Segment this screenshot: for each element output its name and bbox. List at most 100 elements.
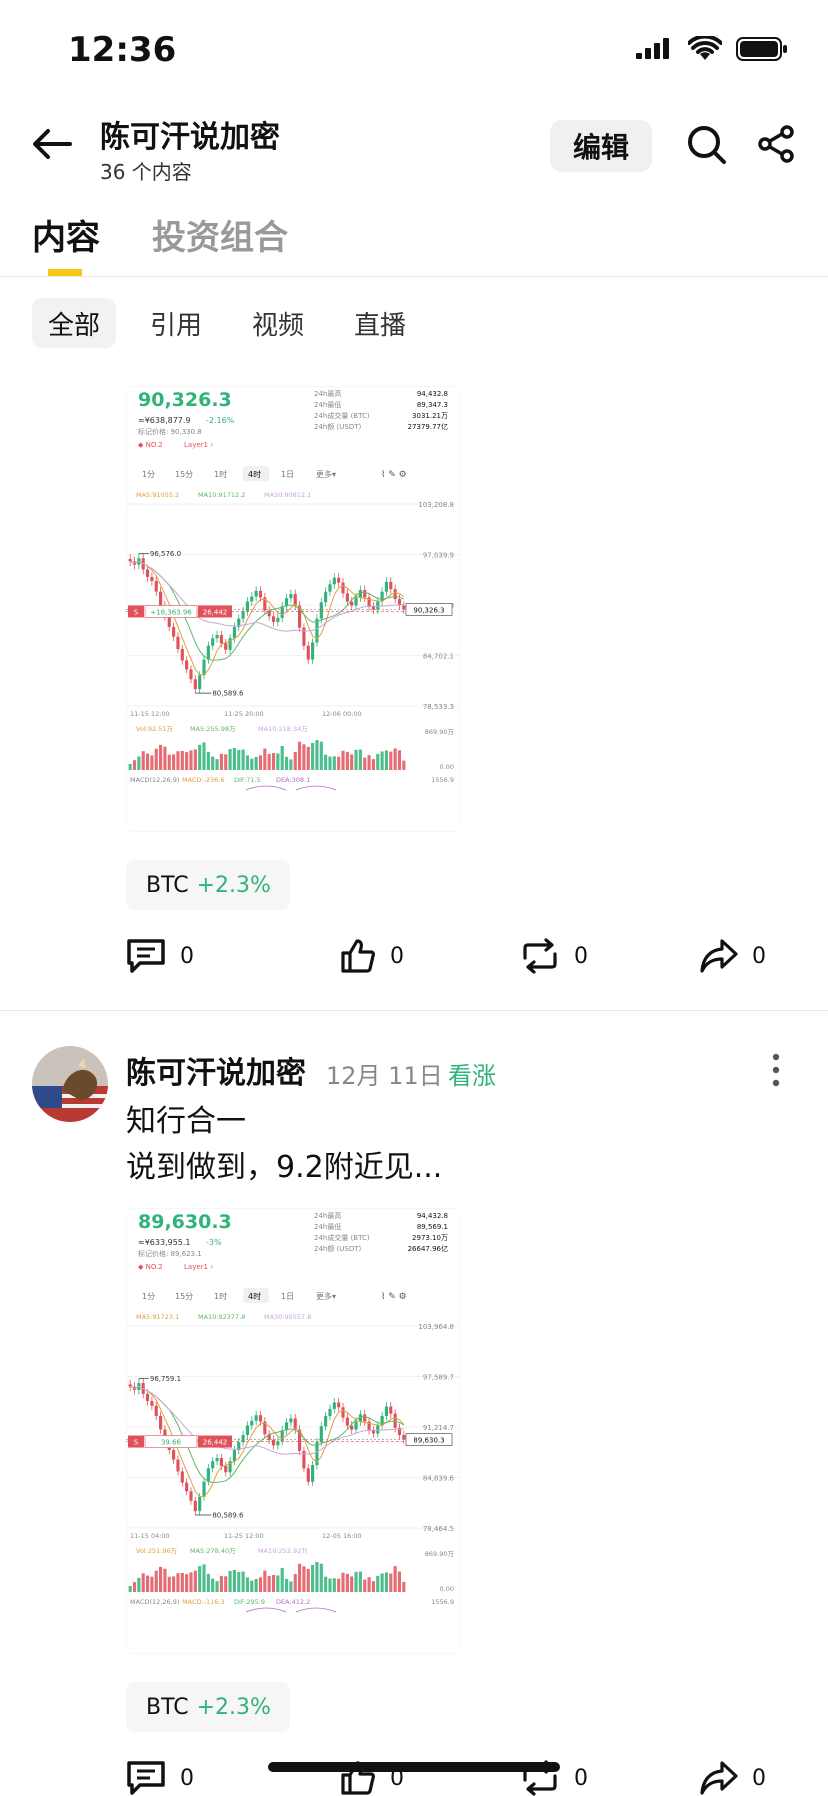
candle — [215, 1458, 219, 1462]
candle — [319, 602, 323, 619]
volume-bar — [389, 751, 393, 770]
home-indicator[interactable] — [268, 1762, 560, 1772]
volume-bar — [145, 1575, 150, 1592]
volume-bar — [332, 756, 336, 770]
comment-button[interactable]: 0 — [126, 1760, 194, 1796]
chart-interval: 更多▾ — [316, 469, 336, 479]
volume-bar — [293, 1574, 297, 1592]
candle — [241, 611, 245, 619]
filter-all[interactable]: 全部 — [32, 298, 116, 348]
chart-interval: 4时 — [248, 1291, 261, 1301]
ticker-change: +2.3% — [196, 1694, 271, 1720]
chart-price: 89,630.3 — [138, 1211, 232, 1233]
volume-bar — [219, 1575, 223, 1592]
share-button[interactable]: 0 — [700, 938, 766, 974]
volume-bar — [298, 1563, 302, 1592]
candle — [185, 1482, 189, 1492]
sentiment-badge: 看涨 — [448, 1062, 496, 1090]
more-options-icon[interactable] — [768, 1052, 784, 1092]
filter-live[interactable]: 直播 — [344, 298, 416, 348]
tab-portfolio[interactable]: 投资组合 — [152, 210, 288, 259]
volume-bar — [159, 744, 163, 770]
ticker-tag[interactable]: BTC +2.3% — [126, 860, 290, 910]
chart-ma-label: MA30:90812.1 — [264, 491, 311, 499]
volume-bar — [315, 740, 319, 770]
chart-macd-label: MACD(12,26,9) — [130, 1598, 179, 1606]
avatar[interactable] — [32, 1046, 108, 1122]
candle — [306, 1468, 310, 1482]
volume-bar — [393, 1566, 397, 1592]
filter-quote[interactable]: 引用 — [140, 298, 212, 348]
share-icon[interactable] — [756, 124, 796, 168]
chart-high-label: 96,759.1 — [150, 1375, 181, 1383]
ticker-tag[interactable]: BTC +2.3% — [126, 1682, 290, 1732]
chart-tools-icon: ⌇ ✎ ⚙ — [381, 1291, 407, 1302]
candle — [384, 581, 389, 592]
candle — [241, 1435, 245, 1443]
candle — [289, 594, 293, 599]
volume-bar — [324, 754, 328, 770]
chart-interval: 1分 — [142, 1292, 155, 1301]
candle — [145, 569, 150, 577]
volume-bar — [211, 756, 215, 770]
chart-stat-value: 3031.21万 — [412, 412, 448, 420]
candle — [328, 1408, 332, 1417]
volume-bar — [258, 755, 263, 770]
volume-bar — [358, 1571, 362, 1592]
chart-image[interactable]: 89,630.3 ≈¥633,955.1 -3% 标记价格: 89,623.1 ◆ NO… — [126, 1208, 460, 1654]
search-icon[interactable] — [686, 124, 728, 170]
content-count: 36 个内容 — [100, 160, 192, 184]
candle — [337, 577, 341, 583]
chart-image[interactable]: 90,326.3 ≈¥638,877.9 -2.16% 标记价格: 90,330.8 ◆… — [126, 386, 460, 832]
chart-y-tick: 84,702.1 — [423, 653, 454, 661]
edit-button[interactable]: 编辑 — [550, 120, 652, 172]
chart-x-tick: 12-05 16:00 — [322, 1532, 362, 1540]
chart-macd-tick: 1556.9 — [431, 1598, 454, 1606]
candle — [189, 1491, 193, 1501]
candle — [180, 648, 184, 661]
volume-bar — [337, 756, 341, 770]
author-name[interactable]: 陈可汗说加密 — [126, 1048, 306, 1092]
chart-macd-label: DEA:412.2 — [276, 1598, 310, 1606]
volume-bar — [250, 758, 254, 770]
volume-bar — [180, 1573, 184, 1592]
chart-stat-label: 24h成交量 (BTC) — [314, 1233, 370, 1242]
volume-bar — [393, 748, 397, 770]
candle — [176, 1459, 180, 1472]
candle — [154, 581, 158, 592]
chart-high-label: 96,576.0 — [150, 550, 181, 558]
comment-count: 0 — [180, 1765, 194, 1791]
volume-bar — [384, 750, 389, 770]
chart-interval: 1时 — [214, 1291, 227, 1301]
volume-bar — [263, 748, 267, 770]
volume-bar — [289, 759, 293, 770]
candle — [154, 1405, 158, 1417]
volume-bar — [384, 1572, 389, 1592]
share-button[interactable]: 0 — [700, 1760, 766, 1796]
candle — [159, 591, 163, 606]
chart-interval: 15分 — [175, 1292, 193, 1301]
candle — [219, 635, 223, 644]
volume-bar — [163, 746, 167, 770]
volume-bar — [311, 743, 315, 770]
volume-bar — [371, 759, 375, 770]
chart-last-price: 89,630.3 — [413, 1437, 444, 1445]
candle — [337, 1402, 341, 1408]
chart-cny: ≈¥633,955.1 — [138, 1238, 191, 1247]
candle — [328, 584, 332, 592]
tab-content[interactable]: 内容 — [32, 210, 100, 259]
volume-bar — [350, 1576, 354, 1592]
back-button[interactable] — [30, 126, 76, 162]
repost-button[interactable]: 0 — [520, 938, 588, 974]
chart-macd-label: DEA:308.1 — [276, 776, 310, 784]
comment-button[interactable]: 0 — [126, 938, 194, 974]
chart-vol-label: Vol:251.96万 — [136, 1547, 178, 1555]
chart-low-label: 80,589.6 — [212, 1511, 244, 1519]
volume-bar — [202, 742, 206, 770]
chart-rank: ◆ NO.2 — [138, 441, 163, 449]
filter-video[interactable]: 视频 — [242, 298, 314, 348]
like-button[interactable]: 0 — [340, 938, 404, 974]
volume-bar — [397, 750, 402, 770]
chart-y-tick: 84,839.6 — [423, 1475, 455, 1483]
volume-bar — [271, 753, 276, 770]
